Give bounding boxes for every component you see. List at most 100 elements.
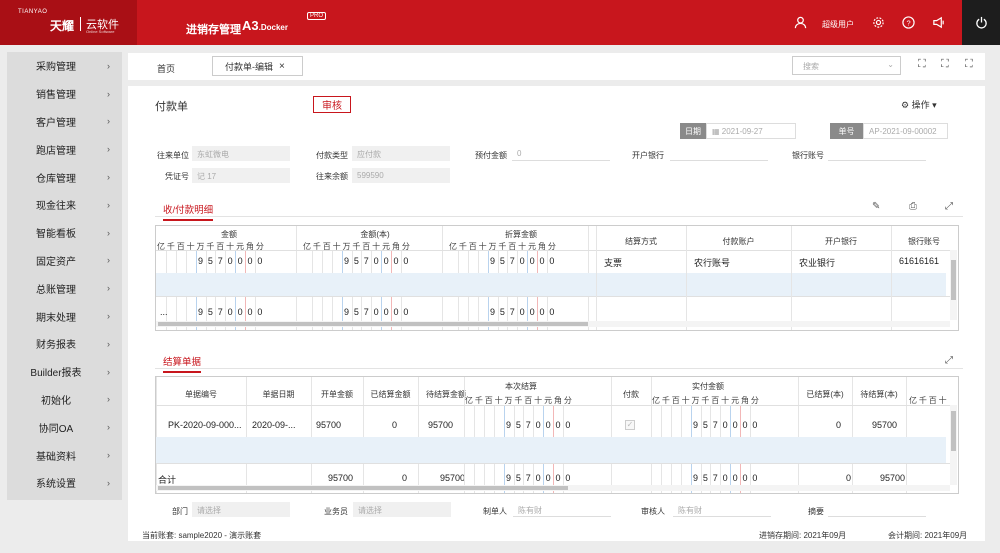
sidebar-item[interactable]: 现金往来 › (7, 191, 122, 219)
grid-line (156, 250, 956, 251)
pay-checkbox[interactable]: ✓ (625, 420, 635, 430)
collapse-icon[interactable]: ⛶ (941, 58, 949, 71)
column-header: 单据编号 (185, 390, 217, 399)
digit-cell: 5 (515, 473, 521, 483)
horizontal-scrollbar[interactable] (156, 321, 950, 327)
sidebar-item[interactable]: 跑店管理 › (7, 135, 122, 163)
tab-settlement-docs[interactable]: 结算单据 (163, 354, 202, 373)
digit-cell: 7 (712, 420, 718, 430)
ops-menu[interactable]: ⚙ 操作 ▾ (901, 98, 937, 111)
expand-icon[interactable]: ⤢ (945, 355, 953, 366)
doc-no-label: 单号 (830, 123, 863, 139)
vertical-scrollbar[interactable] (950, 250, 957, 320)
table-cell[interactable]: 61616161 (899, 256, 939, 266)
payment-detail-table: 金额亿千百十万千百十元角分金额(本) 亿千百十万千百十元角分折算金额亿千百十万千百… (155, 225, 959, 331)
tab-payment-edit[interactable]: 付款单-编辑 × (212, 56, 303, 76)
status-footer: 当前账套: sample2020 - 演示账套 进销存期间: 2021年09月 … (128, 530, 985, 544)
column-header: 金额 (221, 230, 237, 239)
digit-cell (478, 256, 488, 266)
sidebar-item[interactable]: 系统设置 › (7, 469, 122, 497)
digit-cell (322, 307, 332, 317)
logo-divider (80, 17, 81, 31)
row-stripe (156, 437, 946, 463)
chevron-right-icon: › (107, 60, 110, 71)
horizontal-scrollbar[interactable] (156, 485, 950, 491)
table-cell[interactable]: 农行账号 (694, 256, 730, 269)
doc-no-field[interactable]: AP-2021-09-00002 (863, 123, 948, 139)
partner-field[interactable]: 东虹微电 (192, 146, 290, 161)
print-icon[interactable]: ⎙ (909, 201, 917, 212)
sidebar-item[interactable]: 总账管理 › (7, 274, 122, 302)
date-field[interactable]: ▦ 2021-09-27 (706, 123, 796, 139)
username[interactable]: 超级用户 (822, 19, 854, 30)
date-label: 日期 (680, 123, 706, 139)
digit-cell: 5 (499, 307, 505, 317)
digit-cell (671, 420, 681, 430)
digit-cell (474, 420, 484, 430)
digit-cell (478, 307, 488, 317)
power-icon[interactable] (962, 0, 1000, 45)
sidebar-item[interactable]: 采购管理 › (7, 52, 122, 80)
sidebar-item[interactable]: 客户管理 › (7, 108, 122, 136)
section-divider (155, 216, 963, 217)
voucher-field[interactable]: 记 17 (192, 168, 290, 183)
digit-cell: 0 (247, 256, 253, 266)
search-select[interactable]: 搜索 ⌄ (792, 56, 901, 75)
expand-icon[interactable]: ⤢ (945, 201, 953, 212)
grid-line (363, 377, 364, 493)
sidebar-item[interactable]: 财务报表 › (7, 330, 122, 358)
user-icon[interactable] (792, 14, 808, 30)
dept-select[interactable]: 请选择 (192, 502, 290, 517)
gear-icon[interactable] (870, 14, 886, 30)
table-cell[interactable]: 支票 (604, 256, 622, 269)
digit-cell (176, 307, 186, 317)
account-field[interactable] (828, 146, 926, 161)
tab-home[interactable]: 首页 (157, 62, 175, 75)
digit-cell: 9 (198, 307, 204, 317)
tab-payment-detail[interactable]: 收/付款明细 (163, 202, 214, 221)
sidebar-item[interactable]: 销售管理 › (7, 80, 122, 108)
sidebar-item[interactable]: Builder报表 › (7, 358, 122, 386)
scroll-thumb[interactable] (158, 322, 588, 326)
doc-no-cell[interactable]: PK-2020-09-000... (168, 420, 242, 430)
sidebar-item[interactable]: 固定资产 › (7, 247, 122, 275)
digit-cell (464, 473, 474, 483)
scroll-thumb[interactable] (951, 260, 956, 300)
digit-cell: 0 (257, 256, 263, 266)
digit-cell: 9 (344, 307, 350, 317)
table-cell[interactable]: 农业银行 (799, 256, 835, 269)
scroll-thumb[interactable] (158, 486, 568, 490)
focus-icon[interactable]: ⛶ (918, 58, 926, 71)
close-icon[interactable]: × (279, 61, 285, 72)
caret-down-icon: ▾ (932, 100, 937, 110)
grid-line (891, 226, 892, 330)
column-header: 已结算(本) (806, 390, 844, 399)
pay-type-field[interactable]: 应付款 (352, 146, 450, 161)
fullscreen-icon[interactable]: ⛶ (965, 58, 973, 71)
amount-digits: 9570000 (302, 256, 411, 266)
pending-cell: 95700 (428, 420, 454, 430)
announcement-icon[interactable] (930, 14, 946, 30)
sidebar-item[interactable]: 仓库管理 › (7, 163, 122, 191)
scroll-thumb[interactable] (951, 411, 956, 451)
sidebar-item[interactable]: 智能看板 › (7, 219, 122, 247)
digit-cell: 0 (393, 256, 399, 266)
logo-sub-english: Online Software (86, 29, 115, 34)
staff-select[interactable]: 请选择 (353, 502, 451, 517)
attachment-icon[interactable]: ✎ (872, 201, 880, 212)
voucher-label: 凭证号 (165, 172, 189, 181)
summary-field[interactable] (828, 502, 926, 517)
digit-cell: 7 (712, 473, 718, 483)
prepay-field[interactable]: 0 (512, 146, 610, 161)
digit-cell: 0 (742, 473, 748, 483)
total-settled: 0 (402, 473, 408, 483)
vertical-scrollbar[interactable] (950, 405, 957, 485)
sidebar-item[interactable]: 初始化 › (7, 386, 122, 414)
help-icon[interactable]: ? (900, 14, 916, 30)
digit-cell: 9 (344, 256, 350, 266)
sidebar-item[interactable]: 期末处理 › (7, 302, 122, 330)
sidebar-item[interactable]: 基础资料 › (7, 441, 122, 469)
bank-field[interactable] (670, 146, 768, 161)
grid-line (686, 226, 687, 330)
sidebar-item[interactable]: 协同OA › (7, 413, 122, 441)
